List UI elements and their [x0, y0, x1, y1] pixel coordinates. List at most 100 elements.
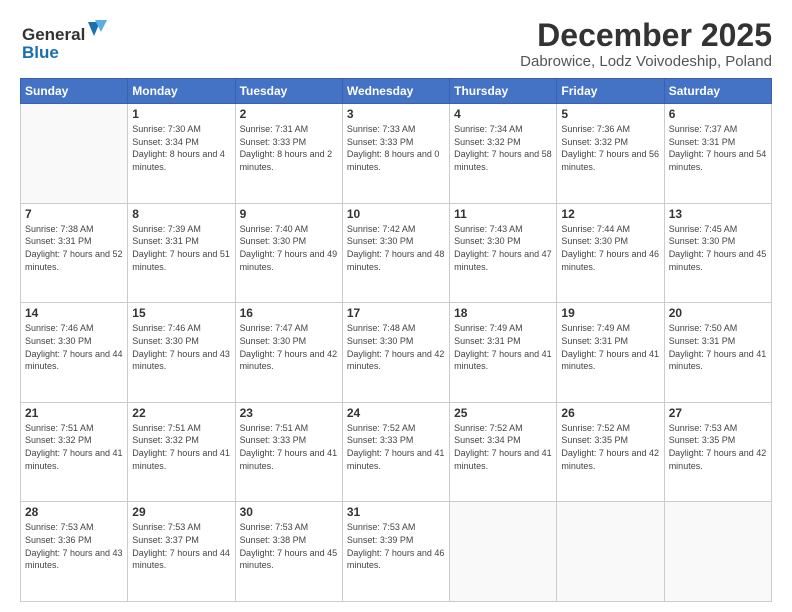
col-wednesday: Wednesday — [342, 79, 449, 104]
calendar-table: Sunday Monday Tuesday Wednesday Thursday… — [20, 78, 772, 602]
day-number: 26 — [561, 406, 659, 420]
table-row: 29 Sunrise: 7:53 AMSunset: 3:37 PMDayligh… — [128, 502, 235, 602]
table-row — [450, 502, 557, 602]
day-number: 2 — [240, 107, 338, 121]
day-number: 15 — [132, 306, 230, 320]
day-detail: Sunrise: 7:46 AMSunset: 3:30 PMDaylight:… — [25, 322, 123, 372]
table-row — [557, 502, 664, 602]
day-detail: Sunrise: 7:33 AMSunset: 3:33 PMDaylight:… — [347, 123, 445, 173]
day-detail: Sunrise: 7:53 AMSunset: 3:39 PMDaylight:… — [347, 521, 445, 571]
table-row: 14 Sunrise: 7:46 AMSunset: 3:30 PMDayligh… — [21, 303, 128, 403]
table-row: 26 Sunrise: 7:52 AMSunset: 3:35 PMDayligh… — [557, 402, 664, 502]
col-friday: Friday — [557, 79, 664, 104]
day-number: 12 — [561, 207, 659, 221]
day-detail: Sunrise: 7:38 AMSunset: 3:31 PMDaylight:… — [25, 223, 123, 273]
table-row: 5 Sunrise: 7:36 AMSunset: 3:32 PMDaylight… — [557, 104, 664, 204]
table-row: 7 Sunrise: 7:38 AMSunset: 3:31 PMDaylight… — [21, 203, 128, 303]
day-detail: Sunrise: 7:52 AMSunset: 3:34 PMDaylight:… — [454, 422, 552, 472]
table-row — [21, 104, 128, 204]
table-row: 13Sunrise: 7:45 AMSunset: 3:30 PMDayligh… — [664, 203, 771, 303]
day-detail: Sunrise: 7:49 AMSunset: 3:31 PMDaylight:… — [561, 322, 659, 372]
day-detail: Sunrise: 7:50 AMSunset: 3:31 PMDaylight:… — [669, 322, 767, 372]
day-detail: Sunrise: 7:52 AMSunset: 3:35 PMDaylight:… — [561, 422, 659, 472]
day-detail: Sunrise: 7:46 AMSunset: 3:30 PMDaylight:… — [132, 322, 230, 372]
day-number: 1 — [132, 107, 230, 121]
day-detail: Sunrise: 7:48 AMSunset: 3:30 PMDaylight:… — [347, 322, 445, 372]
table-row: 21 Sunrise: 7:51 AMSunset: 3:32 PMDayligh… — [21, 402, 128, 502]
col-sunday: Sunday — [21, 79, 128, 104]
day-detail: Sunrise: 7:53 AMSunset: 3:36 PMDaylight:… — [25, 521, 123, 571]
day-detail: Sunrise: 7:42 AMSunset: 3:30 PMDaylight:… — [347, 223, 445, 273]
calendar-week-row: 14 Sunrise: 7:46 AMSunset: 3:30 PMDayligh… — [21, 303, 772, 403]
day-detail: Sunrise: 7:53 AMSunset: 3:37 PMDaylight:… — [132, 521, 230, 571]
table-row: 22Sunrise: 7:51 AMSunset: 3:32 PMDayligh… — [128, 402, 235, 502]
day-detail: Sunrise: 7:43 AMSunset: 3:30 PMDaylight:… — [454, 223, 552, 273]
table-row: 11 Sunrise: 7:43 AMSunset: 3:30 PMDayligh… — [450, 203, 557, 303]
day-detail: Sunrise: 7:53 AMSunset: 3:35 PMDaylight:… — [669, 422, 767, 472]
day-number: 4 — [454, 107, 552, 121]
day-detail: Sunrise: 7:47 AMSunset: 3:30 PMDaylight:… — [240, 322, 338, 372]
day-number: 23 — [240, 406, 338, 420]
table-row: 31Sunrise: 7:53 AMSunset: 3:39 PMDayligh… — [342, 502, 449, 602]
day-number: 14 — [25, 306, 123, 320]
day-detail: Sunrise: 7:37 AMSunset: 3:31 PMDaylight:… — [669, 123, 767, 173]
day-number: 25 — [454, 406, 552, 420]
day-number: 18 — [454, 306, 552, 320]
day-number: 29 — [132, 505, 230, 519]
table-row: 1 Sunrise: 7:30 AMSunset: 3:34 PMDaylight… — [128, 104, 235, 204]
table-row: 3 Sunrise: 7:33 AMSunset: 3:33 PMDaylight… — [342, 104, 449, 204]
table-row: 10 Sunrise: 7:42 AMSunset: 3:30 PMDayligh… — [342, 203, 449, 303]
table-row: 25 Sunrise: 7:52 AMSunset: 3:34 PMDayligh… — [450, 402, 557, 502]
day-detail: Sunrise: 7:30 AMSunset: 3:34 PMDaylight:… — [132, 123, 230, 173]
day-number: 21 — [25, 406, 123, 420]
day-detail: Sunrise: 7:53 AMSunset: 3:38 PMDaylight:… — [240, 521, 338, 571]
day-detail: Sunrise: 7:45 AMSunset: 3:30 PMDaylight:… — [669, 223, 767, 273]
svg-text:Blue: Blue — [22, 43, 59, 62]
table-row: 6Sunrise: 7:37 AMSunset: 3:31 PMDaylight… — [664, 104, 771, 204]
day-number: 5 — [561, 107, 659, 121]
table-row: 28 Sunrise: 7:53 AMSunset: 3:36 PMDayligh… — [21, 502, 128, 602]
calendar-week-row: 7 Sunrise: 7:38 AMSunset: 3:31 PMDaylight… — [21, 203, 772, 303]
col-saturday: Saturday — [664, 79, 771, 104]
day-number: 22 — [132, 406, 230, 420]
header: General Blue December 2025 Dabrowice, Lo… — [20, 18, 772, 70]
table-row: 9 Sunrise: 7:40 AMSunset: 3:30 PMDaylight… — [235, 203, 342, 303]
page-subtitle: Dabrowice, Lodz Voivodeship, Poland — [520, 53, 772, 70]
day-detail: Sunrise: 7:44 AMSunset: 3:30 PMDaylight:… — [561, 223, 659, 273]
day-number: 28 — [25, 505, 123, 519]
day-number: 9 — [240, 207, 338, 221]
title-block: December 2025 Dabrowice, Lodz Voivodeshi… — [520, 18, 772, 70]
day-detail: Sunrise: 7:36 AMSunset: 3:32 PMDaylight:… — [561, 123, 659, 173]
day-number: 16 — [240, 306, 338, 320]
day-detail: Sunrise: 7:51 AMSunset: 3:32 PMDaylight:… — [25, 422, 123, 472]
day-number: 17 — [347, 306, 445, 320]
day-detail: Sunrise: 7:31 AMSunset: 3:33 PMDaylight:… — [240, 123, 338, 173]
page: General Blue December 2025 Dabrowice, Lo… — [0, 0, 792, 612]
logo: General Blue — [20, 18, 110, 66]
day-detail: Sunrise: 7:40 AMSunset: 3:30 PMDaylight:… — [240, 223, 338, 273]
col-tuesday: Tuesday — [235, 79, 342, 104]
table-row: 27Sunrise: 7:53 AMSunset: 3:35 PMDayligh… — [664, 402, 771, 502]
table-row: 15 Sunrise: 7:46 AMSunset: 3:30 PMDayligh… — [128, 303, 235, 403]
day-number: 20 — [669, 306, 767, 320]
day-number: 24 — [347, 406, 445, 420]
day-number: 11 — [454, 207, 552, 221]
table-row: 2 Sunrise: 7:31 AMSunset: 3:33 PMDaylight… — [235, 104, 342, 204]
day-detail: Sunrise: 7:49 AMSunset: 3:31 PMDaylight:… — [454, 322, 552, 372]
table-row: 19Sunrise: 7:49 AMSunset: 3:31 PMDayligh… — [557, 303, 664, 403]
svg-text:General: General — [22, 25, 85, 44]
day-number: 10 — [347, 207, 445, 221]
logo-svg: General Blue — [20, 18, 110, 66]
day-detail: Sunrise: 7:51 AMSunset: 3:33 PMDaylight:… — [240, 422, 338, 472]
table-row: 16 Sunrise: 7:47 AMSunset: 3:30 PMDayligh… — [235, 303, 342, 403]
day-detail: Sunrise: 7:34 AMSunset: 3:32 PMDaylight:… — [454, 123, 552, 173]
table-row: 18 Sunrise: 7:49 AMSunset: 3:31 PMDayligh… — [450, 303, 557, 403]
calendar-week-row: 21 Sunrise: 7:51 AMSunset: 3:32 PMDayligh… — [21, 402, 772, 502]
day-number: 3 — [347, 107, 445, 121]
day-number: 7 — [25, 207, 123, 221]
table-row: 8Sunrise: 7:39 AMSunset: 3:31 PMDaylight… — [128, 203, 235, 303]
col-thursday: Thursday — [450, 79, 557, 104]
table-row: 30Sunrise: 7:53 AMSunset: 3:38 PMDayligh… — [235, 502, 342, 602]
table-row — [664, 502, 771, 602]
calendar-week-row: 1 Sunrise: 7:30 AMSunset: 3:34 PMDaylight… — [21, 104, 772, 204]
